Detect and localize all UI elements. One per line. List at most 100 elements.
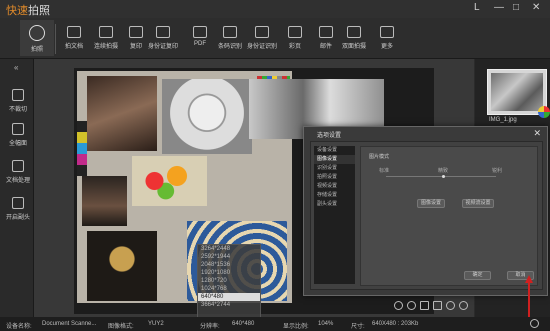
continuous-icon	[99, 26, 113, 38]
id-recognition-button[interactable]: 身份证识别	[245, 20, 279, 50]
maximize-button[interactable]: □	[513, 2, 519, 13]
resolution-label: 分辨率:	[200, 324, 220, 330]
image-settings-panel: 图片模式 标准 精致 锐利 图像设置 视频流设置 确定 取消	[360, 146, 538, 286]
tab-device-settings[interactable]: 设备设置	[314, 146, 355, 155]
device-label: 设备名称:	[6, 324, 32, 330]
resolution-option[interactable]: 1280*720	[198, 277, 260, 285]
id-card-icon	[156, 26, 170, 38]
zoom-in-icon[interactable]	[394, 301, 403, 310]
full-frame-icon	[12, 123, 24, 135]
resolution-option[interactable]: 2592*1944	[198, 253, 260, 261]
color-bars	[77, 121, 87, 176]
color-page-button[interactable]: 彩页	[278, 20, 312, 50]
slider-label-standard: 标准	[379, 168, 390, 174]
image-settings-button[interactable]: 图像设置	[417, 199, 445, 208]
barcode-icon	[223, 26, 237, 38]
resolution-option[interactable]: 1024*768	[198, 285, 260, 293]
sidebar-item-document-processing[interactable]: 文档处理	[0, 160, 36, 184]
status-bar: 设备名称: Document Scanne... 图像格式: YUY2 分辨率:…	[0, 317, 550, 331]
id-recognition-icon	[255, 26, 269, 38]
image-mode-slider[interactable]	[386, 176, 496, 177]
close-button[interactable]: ✕	[532, 2, 540, 13]
sidebar-item-label: 全幅面	[8, 141, 27, 147]
dialog-tab-list: 设备设置 图像设置 识别设置 拍照设置 视频设置 存储设置 副头设置	[314, 146, 355, 284]
capture-button[interactable]: 拍照	[20, 20, 54, 56]
tab-secondary-camera-settings[interactable]: 副头设置	[314, 200, 355, 209]
format-label: 图像格式:	[108, 324, 134, 330]
pdf-button[interactable]: PDF	[183, 20, 217, 47]
capture-label: 拍照	[30, 47, 43, 53]
skin-button[interactable]: L	[474, 2, 480, 13]
size-value: 640X480 : 203Kb	[372, 321, 419, 327]
duplex-capture-label: 双面拍摄	[341, 44, 366, 50]
sidebar-item-full-frame[interactable]: 全幅面	[0, 123, 36, 147]
mail-icon	[319, 26, 333, 38]
rotate-left-icon[interactable]	[446, 301, 455, 310]
zoom-label: 显示比例:	[283, 324, 309, 330]
resolution-option[interactable]: 3264*2448	[198, 245, 260, 253]
zoom-out-icon[interactable]	[407, 301, 416, 310]
id-recognition-label: 身份证识别	[246, 44, 277, 50]
pdf-label: PDF	[194, 41, 206, 47]
copy-icon	[129, 26, 143, 38]
fruit-photo	[132, 156, 207, 206]
duplex-icon	[347, 26, 361, 38]
sidebar-item-no-crop[interactable]: 不裁切	[0, 89, 36, 113]
dialog-body: 设备设置 图像设置 识别设置 拍照设置 视频设置 存储设置 副头设置 图片模式 …	[310, 141, 543, 290]
scan-document-button[interactable]: 拍文档	[57, 20, 91, 50]
device-value: Document Scanne...	[42, 321, 97, 327]
collapse-icon[interactable]: «	[14, 63, 18, 72]
id-card-copy-label: 身份证复印	[147, 44, 178, 50]
ok-button[interactable]: 确定	[464, 271, 491, 280]
gear-icon[interactable]	[530, 319, 539, 328]
continuous-capture-button[interactable]: 连续拍摄	[89, 20, 123, 50]
sidebar-item-secondary-camera[interactable]: 开启副头	[0, 197, 36, 221]
secondary-camera-icon	[12, 197, 24, 209]
rotate-right-icon[interactable]	[459, 301, 468, 310]
thumbnail[interactable]	[487, 69, 550, 118]
resolution-option[interactable]: 3664*2744	[198, 301, 260, 309]
thumbnail-image	[491, 73, 543, 111]
tab-storage-settings[interactable]: 存储设置	[314, 191, 355, 200]
resolution-option-selected[interactable]: 640*480	[198, 293, 260, 301]
tab-capture-settings[interactable]: 拍照设置	[314, 173, 355, 182]
color-page-icon	[288, 26, 302, 38]
dialog-close-icon[interactable]: ✕	[533, 128, 541, 139]
copy-label: 复印	[129, 44, 142, 50]
tab-recognition-settings[interactable]: 识别设置	[314, 164, 355, 173]
id-card-copy-button[interactable]: 身份证复印	[146, 20, 180, 50]
scan-document-label: 拍文档	[64, 44, 83, 50]
options-dialog: 选项设置 ✕ 设备设置 图像设置 识别设置 拍照设置 视频设置 存储设置 副头设…	[303, 126, 548, 296]
sidebar-item-label: 不裁切	[8, 107, 27, 113]
duplex-capture-button[interactable]: 双面拍摄	[337, 20, 371, 50]
resolution-value[interactable]: 640*480	[232, 321, 254, 327]
actual-size-icon[interactable]	[420, 301, 429, 310]
resolution-option[interactable]: 1920*1080	[198, 269, 260, 277]
color-page-label: 彩页	[288, 44, 301, 50]
toolbar-divider	[55, 24, 56, 54]
thumbnail-filename: IMG_1.jpg	[489, 117, 517, 123]
image-mode-label: 图片模式	[369, 154, 390, 160]
title-bar: 快速拍照 L — □ ✕	[0, 0, 550, 18]
tab-image-settings[interactable]: 图像设置	[314, 155, 355, 164]
resolution-list[interactable]: 3264*2448 2592*1944 2048*1536 1920*1080 …	[197, 244, 261, 319]
camera-icon	[29, 25, 45, 41]
barcode-button[interactable]: 条码识别	[213, 20, 247, 50]
sidebar-item-label: 文档处理	[5, 178, 30, 184]
app-name-accent: 快速	[6, 5, 28, 17]
document-processing-icon	[12, 160, 24, 172]
more-label: 更多	[380, 44, 393, 50]
zoom-value: 104%	[318, 321, 334, 327]
resolution-option[interactable]: 2048*1536	[198, 261, 260, 269]
format-value: YUY2	[148, 321, 164, 327]
slider-handle[interactable]	[442, 175, 445, 178]
fit-window-icon[interactable]	[433, 301, 442, 310]
tab-video-settings[interactable]: 视频设置	[314, 182, 355, 191]
slider-label-fine: 精致	[438, 168, 449, 174]
more-button[interactable]: 更多	[370, 20, 404, 50]
color-badge-icon	[538, 106, 550, 118]
video-settings-button[interactable]: 视频流设置	[462, 199, 494, 208]
size-label: 尺寸:	[351, 324, 365, 330]
bicycle-photo	[162, 79, 252, 154]
minimize-button[interactable]: —	[494, 2, 504, 13]
